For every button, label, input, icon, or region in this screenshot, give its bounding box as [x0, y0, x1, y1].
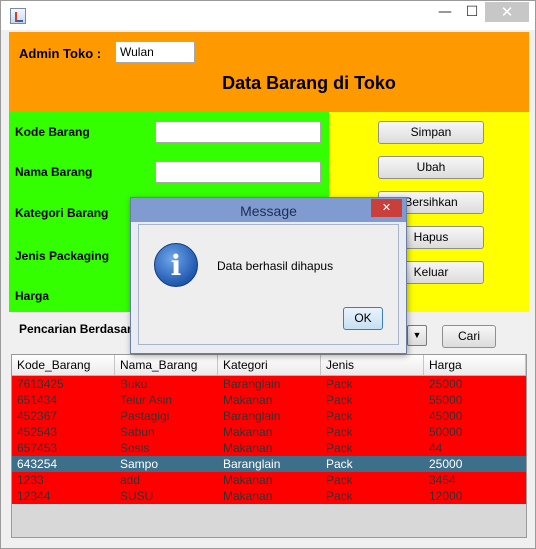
table-row[interactable]: 12344 SUSU Makanan Pack 12000: [12, 488, 526, 504]
table-row[interactable]: 657453 Sosis Makanan Pack 44: [12, 440, 526, 456]
cell-nama: Telur Asin: [120, 393, 173, 407]
admin-name-field[interactable]: Wulan: [115, 41, 195, 63]
cell-jenis: Pack: [326, 473, 353, 487]
cell-kode: 7613425: [17, 377, 64, 391]
harga-label: Harga: [15, 289, 50, 303]
cell-kode: 452543: [17, 425, 58, 439]
dialog-close-button[interactable]: ✕: [371, 199, 402, 217]
dialog-titlebar[interactable]: Message ✕: [131, 198, 406, 222]
table-row[interactable]: 651434 Telur Asin Makanan Pack 55000: [12, 392, 526, 408]
search-category-dropdown[interactable]: ▼: [407, 325, 427, 346]
message-dialog: Message ✕ i Data berhasil dihapus OK: [130, 197, 407, 354]
main-window: — ☐ ✕ Admin Toko : Wulan Data Barang di …: [0, 0, 536, 549]
cell-harga: 45000: [429, 409, 463, 423]
table-row[interactable]: 452367 Pastagigi Baranglain Pack 45000: [12, 408, 526, 424]
page-title: Data Barang di Toko: [222, 73, 396, 93]
column-header-kode[interactable]: Kode_Barang: [12, 355, 115, 375]
barang-table[interactable]: Kode_Barang Nama_Barang Kategori Jenis H…: [11, 354, 527, 538]
cell-harga: 3454: [429, 473, 456, 487]
jenis-packaging-label: Jenis Packaging: [15, 249, 110, 263]
simpan-button[interactable]: Simpan: [378, 121, 484, 144]
kategori-barang-label: Kategori Barang: [15, 206, 109, 220]
cell-jenis: Pack: [326, 425, 353, 439]
cell-kode: 651434: [17, 393, 58, 407]
cell-harga: 25000: [429, 457, 463, 471]
column-header-jenis[interactable]: Jenis: [321, 355, 424, 375]
cell-kode: 1233: [17, 473, 44, 487]
cari-button[interactable]: Cari: [442, 325, 496, 348]
cell-jenis: Pack: [326, 409, 353, 423]
nama-barang-field[interactable]: [155, 161, 321, 183]
java-app-icon: [10, 8, 26, 24]
cell-kategori: Baranglain: [223, 457, 281, 471]
info-icon: i: [154, 243, 198, 287]
cell-harga: 12000: [429, 489, 463, 503]
table-row-selected[interactable]: 643254 Sampo Baranglain Pack 25000: [12, 456, 526, 472]
close-window-button[interactable]: ✕: [485, 2, 529, 22]
cell-kategori: Makanan: [223, 489, 273, 503]
cell-harga: 55000: [429, 393, 463, 407]
cell-harga: 50000: [429, 425, 463, 439]
dialog-message: Data berhasil dihapus: [217, 259, 334, 273]
nama-barang-label: Nama Barang: [15, 165, 93, 179]
cell-nama: add: [120, 473, 141, 487]
cell-jenis: Pack: [326, 457, 353, 471]
table-row[interactable]: 7613425 Buku Baranglain Pack 25000: [12, 376, 526, 392]
cell-nama: Sabun: [120, 425, 155, 439]
kode-barang-field[interactable]: [155, 121, 321, 143]
kode-barang-label: Kode Barang: [15, 125, 90, 139]
cell-nama: Sosis: [120, 441, 150, 455]
cell-kategori: Baranglain: [223, 377, 281, 391]
cell-kode: 452367: [17, 409, 58, 423]
cell-kode: 657453: [17, 441, 58, 455]
cell-jenis: Pack: [326, 393, 353, 407]
cell-kategori: Makanan: [223, 473, 273, 487]
cell-kode: 643254: [17, 457, 58, 471]
cell-jenis: Pack: [326, 441, 353, 455]
cell-nama: Pastagigi: [120, 409, 170, 423]
cell-nama: SUSU: [120, 489, 154, 503]
cell-kategori: Makanan: [223, 425, 273, 439]
cell-kode: 12344: [17, 489, 51, 503]
column-header-kategori[interactable]: Kategori: [218, 355, 321, 375]
table-header: Kode_Barang Nama_Barang Kategori Jenis H…: [12, 355, 526, 376]
ubah-button[interactable]: Ubah: [378, 156, 484, 179]
cell-harga: 44: [429, 441, 443, 455]
cell-kategori: Makanan: [223, 393, 273, 407]
table-row[interactable]: 1233 add Makanan Pack 3454: [12, 472, 526, 488]
cell-jenis: Pack: [326, 489, 353, 503]
column-header-harga[interactable]: Harga: [424, 355, 526, 375]
dialog-title: Message: [240, 203, 297, 219]
cell-kategori: Makanan: [223, 441, 273, 455]
cell-jenis: Pack: [326, 377, 353, 391]
window-titlebar[interactable]: — ☐ ✕: [1, 1, 535, 30]
maximize-button[interactable]: ☐: [459, 2, 485, 22]
minimize-button[interactable]: —: [432, 2, 458, 22]
table-row[interactable]: 452543 Sabun Makanan Pack 50000: [12, 424, 526, 440]
cell-kategori: Baranglain: [223, 409, 281, 423]
header-panel: Admin Toko : Wulan Data Barang di Toko: [9, 32, 529, 112]
cell-nama: Buku: [120, 377, 148, 391]
cell-harga: 25000: [429, 377, 463, 391]
cell-nama: Sampo: [120, 457, 159, 471]
column-header-nama[interactable]: Nama_Barang: [115, 355, 218, 375]
ok-button[interactable]: OK: [343, 307, 383, 330]
admin-label: Admin Toko :: [19, 46, 102, 61]
dialog-body: i Data berhasil dihapus OK: [138, 224, 399, 345]
